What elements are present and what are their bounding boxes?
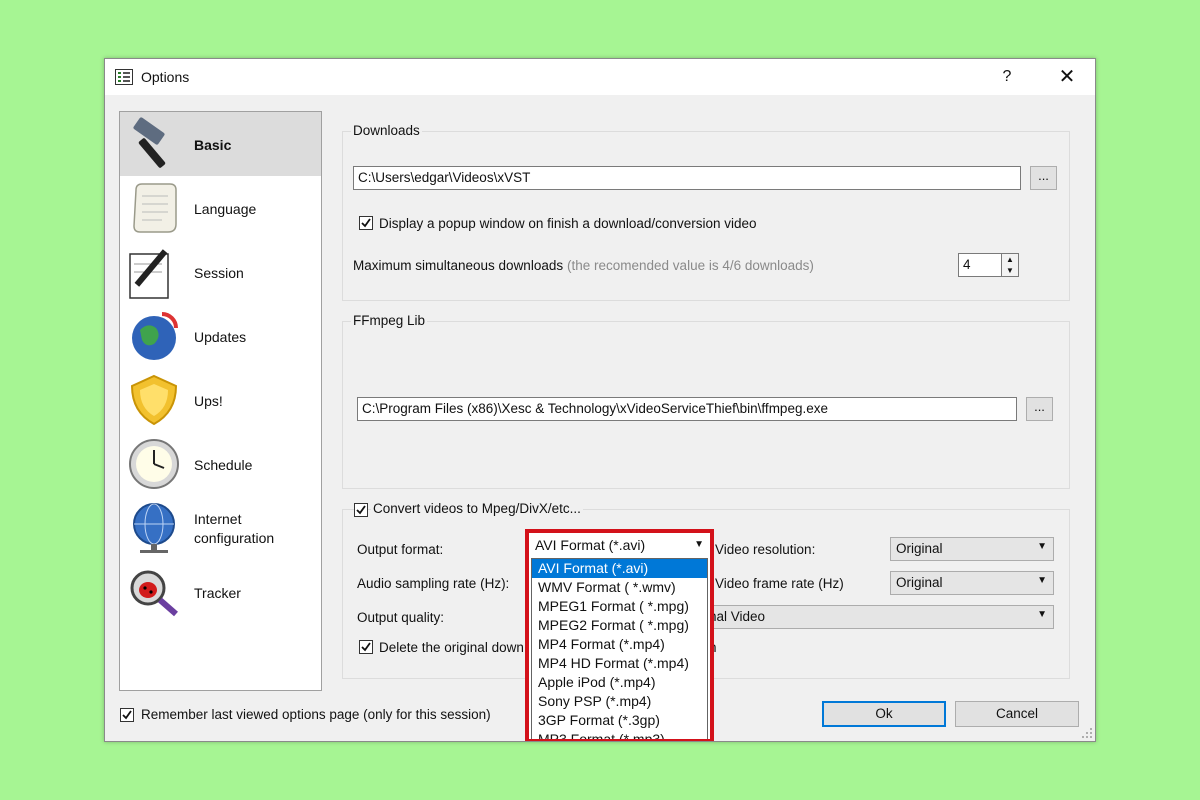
- video-resolution-value: Original: [896, 541, 943, 556]
- ffmpeg-browse-button[interactable]: ...: [1026, 397, 1053, 421]
- checkmark-icon: [361, 642, 371, 652]
- checkmark-icon: [122, 710, 132, 720]
- video-frame-rate-select[interactable]: Original ▼: [890, 571, 1054, 595]
- help-button[interactable]: ?: [995, 65, 1019, 89]
- sidebar-item-ups[interactable]: Ups!: [120, 368, 321, 432]
- dropdown-option[interactable]: MP3 Format (*.mp3): [532, 730, 707, 739]
- ok-button[interactable]: Ok: [822, 701, 946, 727]
- downloads-group: Downloads C:\Users\edgar\Videos\xVST ...…: [342, 123, 1070, 301]
- checkmark-icon: [356, 505, 366, 515]
- video-resolution-select[interactable]: Original ▼: [890, 537, 1054, 561]
- sidebar-item-session[interactable]: Session: [120, 240, 321, 304]
- options-sidebar: Basic Language Session Updates Ups! Sche…: [119, 111, 322, 691]
- dropdown-option[interactable]: AVI Format (*.avi): [532, 559, 707, 578]
- sidebar-item-internet-configuration[interactable]: Internet configuration: [120, 496, 321, 560]
- downloads-group-title: Downloads: [351, 123, 422, 138]
- output-format-value: AVI Format (*.avi): [535, 537, 646, 553]
- ladybug-magnifier-icon: [130, 570, 178, 617]
- dropdown-option[interactable]: MPEG1 Format ( *.mpg): [532, 597, 707, 616]
- window-title: Options: [141, 69, 190, 85]
- remember-checkbox[interactable]: [120, 708, 134, 722]
- clock-icon: [129, 439, 179, 489]
- sidebar-item-label: Updates: [194, 329, 247, 345]
- max-downloads-spin-buttons[interactable]: ▲ ▼: [1001, 253, 1019, 277]
- sidebar-item-label: Basic: [194, 137, 232, 153]
- output-quality-value: nal Video: [709, 609, 766, 624]
- sidebar-item-updates[interactable]: Updates: [120, 304, 321, 368]
- dropdown-option[interactable]: WMV Format ( *.wmv): [532, 578, 707, 597]
- output-format-label: Output format:: [357, 542, 444, 557]
- downloads-browse-button[interactable]: ...: [1030, 166, 1057, 190]
- output-format-dropdown[interactable]: AVI Format (*.avi) ▼ AVI Format (*.avi) …: [525, 529, 714, 741]
- network-globe-icon: [133, 503, 175, 553]
- scroll-icon: [133, 183, 177, 233]
- ffmpeg-group-title: FFmpeg Lib: [351, 313, 428, 328]
- output-format-list: AVI Format (*.avi) WMV Format ( *.wmv) M…: [531, 558, 708, 739]
- popup-checkbox[interactable]: [359, 216, 373, 230]
- ffmpeg-group: FFmpeg Lib C:\Program Files (x86)\Xesc &…: [342, 313, 1070, 489]
- sidebar-item-label: Ups!: [194, 393, 223, 409]
- sidebar-item-language[interactable]: Language: [120, 176, 321, 240]
- close-button[interactable]: ✕: [1053, 65, 1081, 89]
- title-bar: Options ? ✕: [105, 59, 1095, 95]
- video-resolution-label: Video resolution:: [715, 542, 816, 557]
- downloads-path-field[interactable]: C:\Users\edgar\Videos\xVST: [353, 166, 1021, 190]
- sidebar-item-tracker[interactable]: Tracker: [120, 560, 321, 624]
- cancel-button[interactable]: Cancel: [955, 701, 1079, 727]
- dropdown-option[interactable]: Apple iPod (*.mp4): [532, 673, 707, 692]
- chevron-down-icon: ▼: [1037, 541, 1047, 552]
- convert-group-title: Convert videos to Mpeg/DivX/etc...: [371, 501, 583, 516]
- dropdown-option[interactable]: MP4 HD Format (*.mp4): [532, 654, 707, 673]
- chevron-down-icon: ▼: [694, 539, 704, 550]
- spin-up-icon[interactable]: ▲: [1002, 254, 1018, 265]
- options-dialog: Options ? ✕ Basic Language Session Updat…: [104, 58, 1096, 742]
- remember-label: Remember last viewed options page (only …: [141, 707, 491, 722]
- dropdown-option[interactable]: MP4 Format (*.mp4): [532, 635, 707, 654]
- ffmpeg-path-field[interactable]: C:\Program Files (x86)\Xesc & Technology…: [357, 397, 1017, 421]
- delete-original-label: Delete the original down: [379, 640, 524, 655]
- options-app-icon: [115, 69, 133, 85]
- sidebar-item-label: Language: [194, 201, 257, 217]
- sidebar-item-schedule[interactable]: Schedule: [120, 432, 321, 496]
- sidebar-item-label: Schedule: [194, 457, 253, 473]
- dropdown-option[interactable]: MPEG2 Format ( *.mpg): [532, 616, 707, 635]
- sidebar-item-label: Internet configuration: [194, 511, 275, 546]
- audio-sampling-rate-label: Audio sampling rate (Hz):: [357, 576, 510, 591]
- max-downloads-hint: (the recomended value is 4/6 downloads): [567, 258, 814, 273]
- chevron-down-icon: ▼: [1037, 609, 1047, 620]
- sidebar-item-label: Tracker: [194, 585, 241, 601]
- globe-refresh-icon: [132, 312, 178, 360]
- output-quality-label: Output quality:: [357, 610, 445, 625]
- video-frame-rate-value: Original: [896, 575, 943, 590]
- dropdown-option[interactable]: Sony PSP (*.mp4): [532, 692, 707, 711]
- checkmark-icon: [361, 218, 371, 228]
- dropdown-option[interactable]: 3GP Format (*.3gp): [532, 711, 707, 730]
- output-format-select[interactable]: AVI Format (*.avi) ▼: [531, 535, 708, 557]
- chevron-down-icon: ▼: [1037, 575, 1047, 586]
- sidebar-item-label: Session: [194, 265, 244, 281]
- convert-checkbox[interactable]: [354, 503, 368, 517]
- sidebar-item-basic[interactable]: Basic: [120, 112, 321, 176]
- pen-paper-icon: [129, 249, 169, 299]
- hammer-icon: [133, 117, 166, 168]
- max-downloads-spinbox[interactable]: 4: [958, 253, 1002, 277]
- output-quality-select[interactable]: nal Video ▼: [703, 605, 1054, 629]
- video-frame-rate-label: Video frame rate (Hz): [715, 576, 844, 591]
- shield-icon: [130, 374, 178, 426]
- resize-grip-icon[interactable]: [1081, 727, 1093, 739]
- popup-label: Display a popup window on finish a downl…: [379, 216, 757, 231]
- max-downloads-label: Maximum simultaneous downloads: [353, 258, 564, 273]
- delete-original-checkbox[interactable]: [359, 640, 373, 654]
- spin-down-icon[interactable]: ▼: [1002, 265, 1018, 276]
